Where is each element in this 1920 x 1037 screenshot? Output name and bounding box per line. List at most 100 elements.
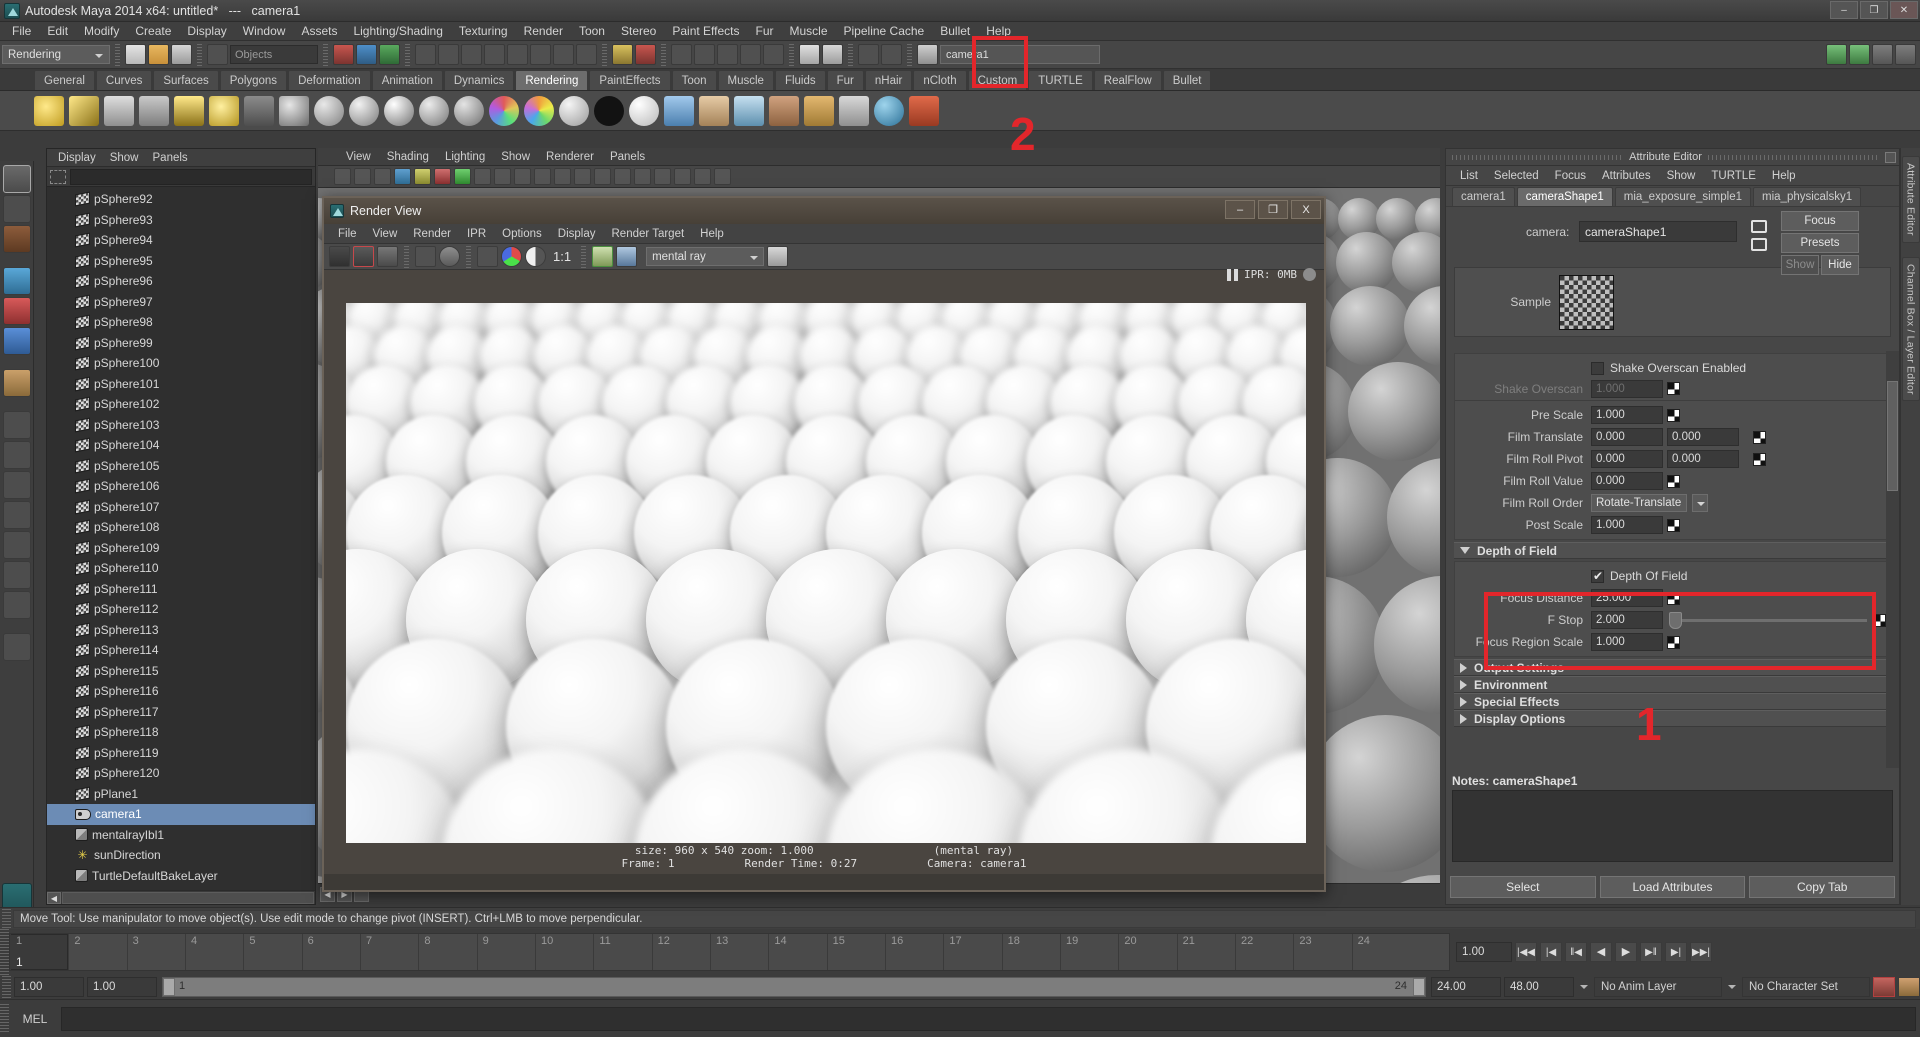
viewport-menu-renderer[interactable]: Renderer xyxy=(538,151,602,163)
outliner-item-psphere114[interactable]: pSphere114 xyxy=(47,640,315,661)
f-stop-input[interactable]: 2.000 xyxy=(1591,611,1663,629)
outliner-item-psphere99[interactable]: pSphere99 xyxy=(47,333,315,354)
outliner-item-psphere92[interactable]: pSphere92 xyxy=(47,189,315,210)
ae-tab-mia_physicalsky1[interactable]: mia_physicalsky1 xyxy=(1753,187,1862,206)
auto-keyframe-icon[interactable] xyxy=(1873,977,1895,997)
last-tool-icon[interactable] xyxy=(2,369,31,397)
shelf-tab-custom[interactable]: Custom xyxy=(967,70,1028,90)
range-slider-track[interactable]: 1 24 xyxy=(162,977,1426,997)
help-line-grip[interactable] xyxy=(2,908,11,929)
focus-distance-input[interactable]: 25.000 xyxy=(1591,589,1663,607)
hypershade-layout-icon[interactable] xyxy=(2,531,31,559)
rendered-image[interactable] xyxy=(346,303,1306,843)
grid-toggle-icon[interactable] xyxy=(474,168,491,185)
outliner-item-psphere103[interactable]: pSphere103 xyxy=(47,415,315,436)
outliner-horizontal-scrollbar[interactable]: ◀ xyxy=(47,890,315,904)
select-by-hierarchy-button[interactable] xyxy=(333,44,354,65)
step-forward-frame-icon[interactable]: ▶‖ xyxy=(1640,942,1662,962)
handle-mask-icon[interactable] xyxy=(415,44,436,65)
anim-layer-selector[interactable]: No Anim Layer xyxy=(1594,977,1722,997)
post-scale-keyframe-icon[interactable] xyxy=(1667,518,1680,532)
pre-scale-keyframe-icon[interactable] xyxy=(1667,408,1680,422)
maximize-button[interactable]: ❐ xyxy=(1860,1,1888,19)
outliner-item-psphere104[interactable]: pSphere104 xyxy=(47,435,315,456)
render-settings-icon[interactable] xyxy=(767,246,789,267)
point-light-icon[interactable] xyxy=(34,95,64,126)
paint-effects-icon[interactable] xyxy=(909,95,939,126)
range-slider-grip[interactable] xyxy=(2,976,11,998)
camera-icon[interactable] xyxy=(917,44,938,65)
menu-item-window[interactable]: Window xyxy=(235,22,294,41)
select-by-component-button[interactable] xyxy=(379,44,400,65)
menu-item-render[interactable]: Render xyxy=(516,22,571,41)
textured-shading-icon[interactable] xyxy=(634,168,651,185)
isolate-select-icon[interactable] xyxy=(714,168,731,185)
shelf-tab-nhair[interactable]: nHair xyxy=(864,70,913,90)
right-tab-channel-box-layer-editor[interactable]: Channel Box / Layer Editor xyxy=(1901,256,1920,402)
snap-to-view-plane-button[interactable] xyxy=(694,44,715,65)
rendering-mask-icon[interactable] xyxy=(553,44,574,65)
render-current-frame-button[interactable] xyxy=(822,44,843,65)
shake-overscan-keyframe-icon[interactable] xyxy=(1667,382,1680,395)
show-attribute-editor-button[interactable] xyxy=(1826,44,1847,65)
outliner-item-psphere102[interactable]: pSphere102 xyxy=(47,394,315,415)
focus-region-scale-keyframe-icon[interactable] xyxy=(1667,635,1680,649)
camera-name-field[interactable]: camera1 xyxy=(940,45,1100,64)
hypershade-icon[interactable] xyxy=(279,95,309,126)
open-scene-button[interactable] xyxy=(148,44,169,65)
blinn-material-icon[interactable] xyxy=(349,95,379,126)
attribute-editor-scroll-thumb[interactable] xyxy=(1887,381,1898,491)
play-backwards-icon[interactable]: ◀ xyxy=(1590,942,1612,962)
camera-sample-swatch[interactable] xyxy=(1559,274,1614,330)
viewport-menu-shading[interactable]: Shading xyxy=(379,151,437,163)
playback-end-field[interactable]: 24.00 xyxy=(1431,977,1501,997)
menu-item-file[interactable]: File xyxy=(4,22,39,41)
keep-image-icon[interactable] xyxy=(592,246,614,267)
flat-shading-icon[interactable] xyxy=(614,168,631,185)
playback-speed-field[interactable]: 1.00 xyxy=(1456,942,1512,962)
objects-field[interactable]: Objects xyxy=(230,45,318,64)
render-globals-shelf-icon[interactable] xyxy=(244,95,274,126)
step-forward-key-icon[interactable]: ▶| xyxy=(1665,942,1687,962)
menu-item-modify[interactable]: Modify xyxy=(76,22,127,41)
image-plane-icon[interactable] xyxy=(839,95,869,126)
construction-plane-button[interactable] xyxy=(717,44,738,65)
two-d-pan-zoom-icon[interactable] xyxy=(434,168,451,185)
post-scale-input[interactable]: 1.000 xyxy=(1591,516,1663,534)
menu-item-pipeline-cache[interactable]: Pipeline Cache xyxy=(836,22,933,41)
outliner-item-psphere100[interactable]: pSphere100 xyxy=(47,353,315,374)
wireframe-shading-icon[interactable] xyxy=(574,168,591,185)
film-roll-order-dropdown[interactable]: Rotate-Translate xyxy=(1591,494,1687,512)
hide-button[interactable]: Hide xyxy=(1821,255,1859,275)
panel-grip-dots[interactable] xyxy=(1452,154,1624,160)
env-texture-icon[interactable] xyxy=(734,95,764,126)
ae-menu-help[interactable]: Help xyxy=(1764,170,1804,182)
toolbar-grip-4[interactable] xyxy=(405,43,410,66)
image-plane-icon-vp[interactable] xyxy=(414,168,431,185)
f-stop-keyframe-icon[interactable] xyxy=(1873,613,1886,627)
ae-tab-mia_exposure_simple1[interactable]: mia_exposure_simple1 xyxy=(1614,187,1752,206)
shelf-tab-general[interactable]: General xyxy=(34,70,95,90)
ae-menu-show[interactable]: Show xyxy=(1659,170,1704,182)
toolbar-grip-8[interactable] xyxy=(848,43,853,66)
viewport-menu-view[interactable]: View xyxy=(338,151,379,163)
scale-tool-icon[interactable] xyxy=(2,327,31,355)
texture-2d-icon[interactable] xyxy=(664,95,694,126)
deformers-mask-icon[interactable] xyxy=(507,44,528,65)
shelf-tab-turtle[interactable]: TURTLE xyxy=(1028,70,1093,90)
rgb-channel-icon[interactable] xyxy=(501,246,522,267)
phonge-material-icon[interactable] xyxy=(419,95,449,126)
surfaces-mask-icon[interactable] xyxy=(484,44,505,65)
f-stop-slider[interactable] xyxy=(1669,611,1867,629)
shelf-tab-ncloth[interactable]: nCloth xyxy=(913,70,967,90)
f-stop-slider-handle[interactable] xyxy=(1669,611,1682,629)
lock-camera-icon[interactable] xyxy=(354,168,371,185)
directional-light-icon[interactable] xyxy=(69,95,99,126)
outliner-item-psphere106[interactable]: pSphere106 xyxy=(47,476,315,497)
focus-distance-keyframe-icon[interactable] xyxy=(1667,591,1680,605)
ae-tab-camerashape1[interactable]: cameraShape1 xyxy=(1516,187,1613,206)
file-texture-icon[interactable] xyxy=(804,95,834,126)
globe-icon[interactable] xyxy=(874,95,904,126)
film-roll-value-input[interactable]: 0.000 xyxy=(1591,472,1663,490)
refresh-ipr-icon[interactable] xyxy=(439,246,460,267)
